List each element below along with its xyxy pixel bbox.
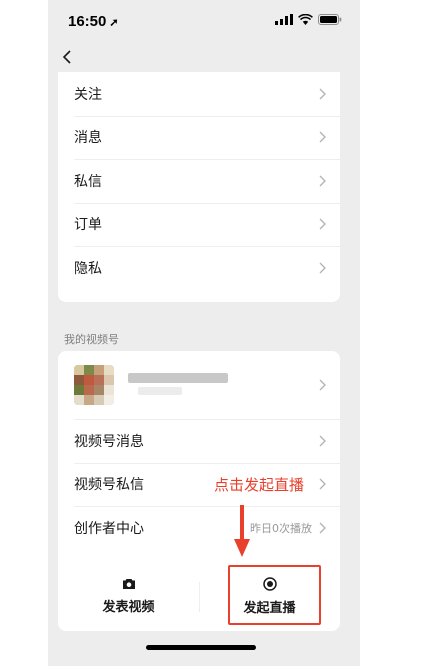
settings-item-label: 隐私 [74, 260, 102, 277]
chevron-right-icon [319, 435, 326, 447]
settings-item-label: 私信 [74, 173, 102, 190]
settings-item-label: 消息 [74, 130, 102, 147]
status-icons [275, 14, 342, 25]
settings-item-label: 订单 [74, 217, 102, 234]
channel-name-blurred [128, 365, 318, 405]
phone-screen: 16:50 ➚ 关注 消息 私信 订单 隐私 我的视频号 视频号消息 视频号私信… [48, 0, 360, 666]
channel-item-label: 视频号消息 [74, 433, 144, 450]
chevron-right-icon [319, 478, 326, 490]
home-indicator [146, 645, 256, 650]
chevron-right-icon [319, 218, 326, 230]
wifi-icon [298, 14, 313, 25]
settings-list: 关注 消息 私信 订单 隐私 [58, 72, 340, 302]
settings-item-orders[interactable]: 订单 [58, 202, 340, 247]
chevron-right-icon [319, 88, 326, 100]
post-video-label: 发表视频 [102, 600, 155, 615]
back-chevron-icon[interactable] [58, 44, 88, 70]
status-time: 16:50 ➚ [68, 13, 119, 30]
play-count-text: 昨日0次播放 [250, 521, 312, 535]
avatar [74, 365, 114, 405]
channel-item-private-messages[interactable]: 视频号私信 点击发起直播 [58, 462, 340, 507]
settings-item-label: 关注 [74, 86, 102, 103]
highlight-box [228, 565, 321, 625]
channel-item-label: 创作者中心 [74, 520, 144, 537]
signal-icon [275, 14, 293, 25]
battery-icon [318, 14, 342, 25]
section-title: 我的视频号 [64, 333, 119, 346]
chevron-right-icon [319, 379, 326, 391]
camera-icon [122, 579, 135, 589]
status-time-text: 16:50 [68, 13, 107, 30]
channel-card: 视频号消息 视频号私信 点击发起直播 创作者中心 昨日0次播放 发表视频 发起直… [58, 351, 340, 631]
location-icon: ➚ [109, 17, 119, 29]
chevron-right-icon [319, 131, 326, 143]
action-bar: 发表视频 发起直播 [58, 562, 340, 631]
channel-item-messages[interactable]: 视频号消息 [58, 419, 340, 463]
post-video-button[interactable]: 发表视频 [58, 562, 199, 631]
settings-item-private-messages[interactable]: 私信 [58, 159, 340, 203]
annotation-text: 点击发起直播 [213, 475, 304, 494]
settings-item-follow[interactable]: 关注 [58, 72, 340, 116]
settings-item-messages[interactable]: 消息 [58, 115, 340, 160]
chevron-right-icon [319, 175, 326, 187]
chevron-right-icon [319, 522, 326, 534]
channel-profile-row[interactable] [58, 351, 340, 419]
channel-item-creator-center[interactable]: 创作者中心 昨日0次播放 [58, 506, 340, 550]
status-bar: 16:50 ➚ [48, 0, 360, 44]
annotation-arrow-icon [234, 505, 250, 557]
channel-item-label: 视频号私信 [74, 477, 144, 494]
settings-item-privacy[interactable]: 隐私 [58, 246, 340, 290]
chevron-right-icon [319, 262, 326, 274]
